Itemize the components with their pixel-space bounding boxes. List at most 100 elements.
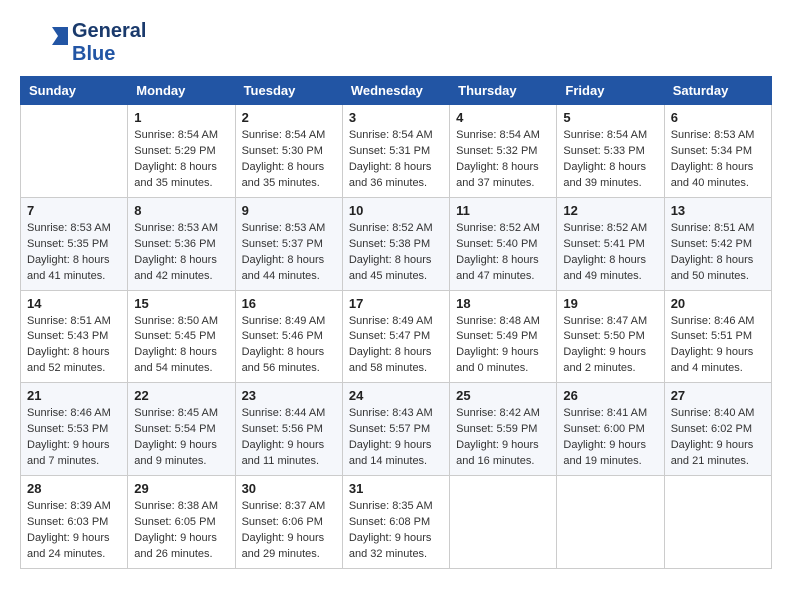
- day-number: 16: [242, 296, 336, 311]
- week-row-1: 1 Sunrise: 8:54 AM Sunset: 5:29 PM Daylig…: [21, 105, 772, 198]
- day-number: 24: [349, 388, 443, 403]
- calendar-cell: 3Sunrise: 8:54 AM Sunset: 5:31 PM Daylig…: [342, 105, 449, 198]
- logo: GeneralBlue: [20, 20, 146, 66]
- calendar-cell: 7Sunrise: 8:53 AM Sunset: 5:35 PM Daylig…: [21, 197, 128, 290]
- calendar-cell: 9 Sunrise: 8:53 AM Sunset: 5:37 PM Daylig…: [235, 197, 342, 290]
- logo-icon: [20, 23, 70, 63]
- calendar-cell: 24 Sunrise: 8:43 AM Sunset: 5:57 PM Dayli…: [342, 383, 449, 476]
- calendar-cell: 5 Sunrise: 8:54 AM Sunset: 5:33 PM Daylig…: [557, 105, 664, 198]
- week-row-3: 14 Sunrise: 8:51 AM Sunset: 5:43 PM Dayli…: [21, 290, 772, 383]
- weekday-header-thursday: Thursday: [450, 77, 557, 105]
- day-info: Sunrise: 8:49 AM Sunset: 5:47 PM Dayligh…: [349, 314, 443, 378]
- calendar-cell: 13 Sunrise: 8:51 AM Sunset: 5:42 PM Dayli…: [664, 197, 771, 290]
- day-info: Sunrise: 8:53 AM Sunset: 5:37 PM Dayligh…: [242, 221, 336, 285]
- day-number: 11: [456, 203, 550, 218]
- calendar-cell: [664, 476, 771, 569]
- day-number: 26: [563, 388, 657, 403]
- day-info: Sunrise: 8:51 AM Sunset: 5:42 PM Dayligh…: [671, 221, 765, 285]
- day-info: Sunrise: 8:35 AM Sunset: 6:08 PM Dayligh…: [349, 499, 443, 563]
- day-number: 8: [134, 203, 228, 218]
- calendar-cell: 18 Sunrise: 8:48 AM Sunset: 5:49 PM Dayli…: [450, 290, 557, 383]
- calendar-cell: 4Sunrise: 8:54 AM Sunset: 5:32 PM Daylig…: [450, 105, 557, 198]
- day-number: 31: [349, 481, 443, 496]
- day-info: Sunrise: 8:49 AM Sunset: 5:46 PM Dayligh…: [242, 314, 336, 378]
- day-number: 14: [27, 296, 121, 311]
- calendar-cell: 31 Sunrise: 8:35 AM Sunset: 6:08 PM Dayli…: [342, 476, 449, 569]
- day-info: Sunrise: 8:41 AM Sunset: 6:00 PM Dayligh…: [563, 406, 657, 470]
- day-number: 4: [456, 110, 550, 125]
- day-info: Sunrise: 8:54 AM Sunset: 5:30 PM Dayligh…: [242, 128, 336, 192]
- day-number: 22: [134, 388, 228, 403]
- calendar-cell: 8 Sunrise: 8:53 AM Sunset: 5:36 PM Daylig…: [128, 197, 235, 290]
- day-info: Sunrise: 8:53 AM Sunset: 5:34 PM Dayligh…: [671, 128, 765, 192]
- day-number: 10: [349, 203, 443, 218]
- day-number: 17: [349, 296, 443, 311]
- calendar-cell: 11 Sunrise: 8:52 AM Sunset: 5:40 PM Dayli…: [450, 197, 557, 290]
- day-number: 6: [671, 110, 765, 125]
- week-row-4: 21 Sunrise: 8:46 AM Sunset: 5:53 PM Dayli…: [21, 383, 772, 476]
- day-number: 9: [242, 203, 336, 218]
- day-number: 21: [27, 388, 121, 403]
- day-number: 20: [671, 296, 765, 311]
- calendar-cell: 15 Sunrise: 8:50 AM Sunset: 5:45 PM Dayli…: [128, 290, 235, 383]
- day-info: Sunrise: 8:53 AM Sunset: 5:36 PM Dayligh…: [134, 221, 228, 285]
- calendar-cell: 28 Sunrise: 8:39 AM Sunset: 6:03 PM Dayli…: [21, 476, 128, 569]
- day-info: Sunrise: 8:50 AM Sunset: 5:45 PM Dayligh…: [134, 314, 228, 378]
- calendar-cell: 25Sunrise: 8:42 AM Sunset: 5:59 PM Dayli…: [450, 383, 557, 476]
- day-info: Sunrise: 8:45 AM Sunset: 5:54 PM Dayligh…: [134, 406, 228, 470]
- week-row-5: 28 Sunrise: 8:39 AM Sunset: 6:03 PM Dayli…: [21, 476, 772, 569]
- day-info: Sunrise: 8:51 AM Sunset: 5:43 PM Dayligh…: [27, 314, 121, 378]
- page-header: GeneralBlue: [20, 20, 772, 66]
- day-number: 28: [27, 481, 121, 496]
- calendar-cell: 6 Sunrise: 8:53 AM Sunset: 5:34 PM Daylig…: [664, 105, 771, 198]
- day-number: 30: [242, 481, 336, 496]
- calendar-cell: 21 Sunrise: 8:46 AM Sunset: 5:53 PM Dayli…: [21, 383, 128, 476]
- day-number: 23: [242, 388, 336, 403]
- weekday-header-tuesday: Tuesday: [235, 77, 342, 105]
- calendar-cell: 22 Sunrise: 8:45 AM Sunset: 5:54 PM Dayli…: [128, 383, 235, 476]
- calendar-cell: 17 Sunrise: 8:49 AM Sunset: 5:47 PM Dayli…: [342, 290, 449, 383]
- day-info: Sunrise: 8:39 AM Sunset: 6:03 PM Dayligh…: [27, 499, 121, 563]
- day-info: Sunrise: 8:48 AM Sunset: 5:49 PM Dayligh…: [456, 314, 550, 378]
- day-info: Sunrise: 8:52 AM Sunset: 5:41 PM Dayligh…: [563, 221, 657, 285]
- day-number: 5: [563, 110, 657, 125]
- day-info: Sunrise: 8:44 AM Sunset: 5:56 PM Dayligh…: [242, 406, 336, 470]
- day-info: Sunrise: 8:38 AM Sunset: 6:05 PM Dayligh…: [134, 499, 228, 563]
- day-info: Sunrise: 8:40 AM Sunset: 6:02 PM Dayligh…: [671, 406, 765, 470]
- calendar-cell: 2 Sunrise: 8:54 AM Sunset: 5:30 PM Daylig…: [235, 105, 342, 198]
- day-info: Sunrise: 8:54 AM Sunset: 5:29 PM Dayligh…: [134, 128, 228, 192]
- week-row-2: 7Sunrise: 8:53 AM Sunset: 5:35 PM Daylig…: [21, 197, 772, 290]
- day-number: 19: [563, 296, 657, 311]
- weekday-header-wednesday: Wednesday: [342, 77, 449, 105]
- day-info: Sunrise: 8:54 AM Sunset: 5:33 PM Dayligh…: [563, 128, 657, 192]
- day-number: 12: [563, 203, 657, 218]
- day-number: 29: [134, 481, 228, 496]
- calendar-table: SundayMondayTuesdayWednesdayThursdayFrid…: [20, 76, 772, 569]
- calendar-cell: 26 Sunrise: 8:41 AM Sunset: 6:00 PM Dayli…: [557, 383, 664, 476]
- day-number: 13: [671, 203, 765, 218]
- calendar-cell: [557, 476, 664, 569]
- calendar-cell: 14 Sunrise: 8:51 AM Sunset: 5:43 PM Dayli…: [21, 290, 128, 383]
- day-number: 15: [134, 296, 228, 311]
- weekday-header-row: SundayMondayTuesdayWednesdayThursdayFrid…: [21, 77, 772, 105]
- calendar-cell: 27Sunrise: 8:40 AM Sunset: 6:02 PM Dayli…: [664, 383, 771, 476]
- day-info: Sunrise: 8:53 AM Sunset: 5:35 PM Dayligh…: [27, 221, 121, 285]
- day-info: Sunrise: 8:46 AM Sunset: 5:53 PM Dayligh…: [27, 406, 121, 470]
- logo-text-blue: Blue: [72, 43, 146, 66]
- calendar-cell: 1 Sunrise: 8:54 AM Sunset: 5:29 PM Daylig…: [128, 105, 235, 198]
- day-info: Sunrise: 8:42 AM Sunset: 5:59 PM Dayligh…: [456, 406, 550, 470]
- day-number: 18: [456, 296, 550, 311]
- logo-text-general: General: [72, 20, 146, 43]
- calendar-cell: 10 Sunrise: 8:52 AM Sunset: 5:38 PM Dayli…: [342, 197, 449, 290]
- day-info: Sunrise: 8:47 AM Sunset: 5:50 PM Dayligh…: [563, 314, 657, 378]
- calendar-cell: 16 Sunrise: 8:49 AM Sunset: 5:46 PM Dayli…: [235, 290, 342, 383]
- day-number: 1: [134, 110, 228, 125]
- calendar-cell: [21, 105, 128, 198]
- day-number: 2: [242, 110, 336, 125]
- day-info: Sunrise: 8:37 AM Sunset: 6:06 PM Dayligh…: [242, 499, 336, 563]
- day-info: Sunrise: 8:52 AM Sunset: 5:38 PM Dayligh…: [349, 221, 443, 285]
- weekday-header-friday: Friday: [557, 77, 664, 105]
- day-info: Sunrise: 8:43 AM Sunset: 5:57 PM Dayligh…: [349, 406, 443, 470]
- day-info: Sunrise: 8:52 AM Sunset: 5:40 PM Dayligh…: [456, 221, 550, 285]
- weekday-header-sunday: Sunday: [21, 77, 128, 105]
